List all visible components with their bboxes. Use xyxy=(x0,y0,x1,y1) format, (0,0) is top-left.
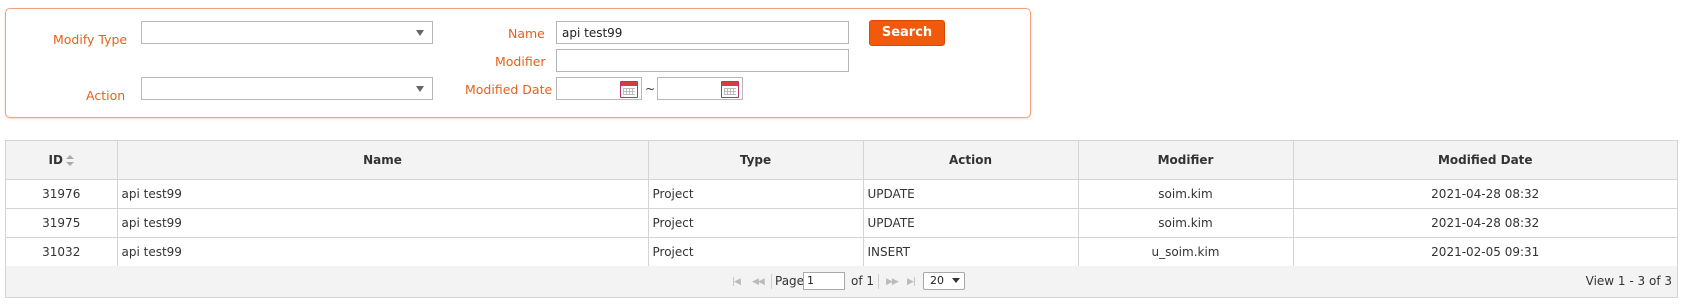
cell-action: UPDATE xyxy=(863,179,1079,209)
cell-id: 31976 xyxy=(6,179,118,209)
table-row[interactable]: 31976 api test99 Project UPDATE soim.kim… xyxy=(6,179,1677,209)
col-header-id[interactable]: ID xyxy=(6,141,118,180)
name-label: Name xyxy=(508,26,545,41)
date-from-input[interactable] xyxy=(556,77,642,100)
cell-type: Project xyxy=(648,208,864,238)
page-label: Page xyxy=(775,274,805,288)
cell-modifier: soim.kim xyxy=(1078,208,1294,238)
col-header-modified-date[interactable]: Modified Date xyxy=(1293,141,1677,180)
cell-modified-date: 2021-04-28 08:32 xyxy=(1293,208,1677,238)
col-header-type[interactable]: Type xyxy=(648,141,864,180)
modify-type-select[interactable] xyxy=(141,21,433,44)
cell-type: Project xyxy=(648,237,864,267)
page-number-input[interactable]: 1 xyxy=(803,272,845,290)
search-button[interactable]: Search xyxy=(869,20,945,46)
last-page-icon[interactable]: ▶| xyxy=(907,277,916,287)
modify-type-label: Modify Type xyxy=(53,32,128,47)
cell-modified-date: 2021-04-28 08:32 xyxy=(1293,179,1677,209)
date-separator: ~ xyxy=(645,82,656,96)
col-header-action[interactable]: Action xyxy=(863,141,1079,180)
chevron-down-icon xyxy=(416,86,424,92)
table-header-row: ID Name Type Action Modifier Modified Da… xyxy=(6,141,1677,180)
modified-date-label: Modified Date xyxy=(465,82,553,97)
calendar-icon[interactable] xyxy=(721,81,739,98)
chevron-down-icon xyxy=(952,278,960,283)
action-select[interactable] xyxy=(141,77,433,100)
action-label: Action xyxy=(86,88,126,103)
cell-modifier: soim.kim xyxy=(1078,179,1294,209)
table-row[interactable]: 31032 api test99 Project INSERT u_soim.k… xyxy=(6,237,1677,267)
prev-page-icon[interactable]: ◀◀ xyxy=(752,277,765,287)
next-page-icon[interactable]: ▶▶ xyxy=(886,277,899,287)
cell-name: api test99 xyxy=(117,237,649,267)
sort-icon[interactable] xyxy=(65,154,74,167)
modifier-input[interactable] xyxy=(556,49,849,72)
pager-divider xyxy=(878,274,879,289)
table-row[interactable]: 31975 api test99 Project UPDATE soim.kim… xyxy=(6,208,1677,238)
cell-modified-date: 2021-02-05 09:31 xyxy=(1293,237,1677,267)
chevron-down-icon xyxy=(416,30,424,36)
cell-action: INSERT xyxy=(863,237,1079,267)
cell-name: api test99 xyxy=(117,208,649,238)
cell-id: 31032 xyxy=(6,237,118,267)
pager: |◀ ◀◀ Page 1 of 1 ▶▶ ▶| 20 View 1 - 3 of… xyxy=(6,266,1677,297)
cell-id: 31975 xyxy=(6,208,118,238)
search-panel: Modify Type Action Name Modifier Modifie… xyxy=(5,8,1031,118)
pager-divider xyxy=(771,274,772,289)
cell-action: UPDATE xyxy=(863,208,1079,238)
calendar-icon[interactable] xyxy=(620,81,638,98)
date-to-input[interactable] xyxy=(657,77,743,100)
first-page-icon[interactable]: |◀ xyxy=(732,277,741,287)
view-info: View 1 - 3 of 3 xyxy=(1585,274,1672,288)
page-count-label: of 1 xyxy=(851,274,875,288)
results-grid: ID Name Type Action Modifier Modified Da… xyxy=(5,140,1678,298)
page-size-select[interactable]: 20 xyxy=(923,272,965,290)
modifier-label: Modifier xyxy=(495,54,546,69)
cell-type: Project xyxy=(648,179,864,209)
col-header-name[interactable]: Name xyxy=(117,141,649,180)
col-header-modifier[interactable]: Modifier xyxy=(1078,141,1294,180)
results-table: ID Name Type Action Modifier Modified Da… xyxy=(6,141,1677,267)
name-input[interactable] xyxy=(556,21,849,44)
cell-modifier: u_soim.kim xyxy=(1078,237,1294,267)
cell-name: api test99 xyxy=(117,179,649,209)
